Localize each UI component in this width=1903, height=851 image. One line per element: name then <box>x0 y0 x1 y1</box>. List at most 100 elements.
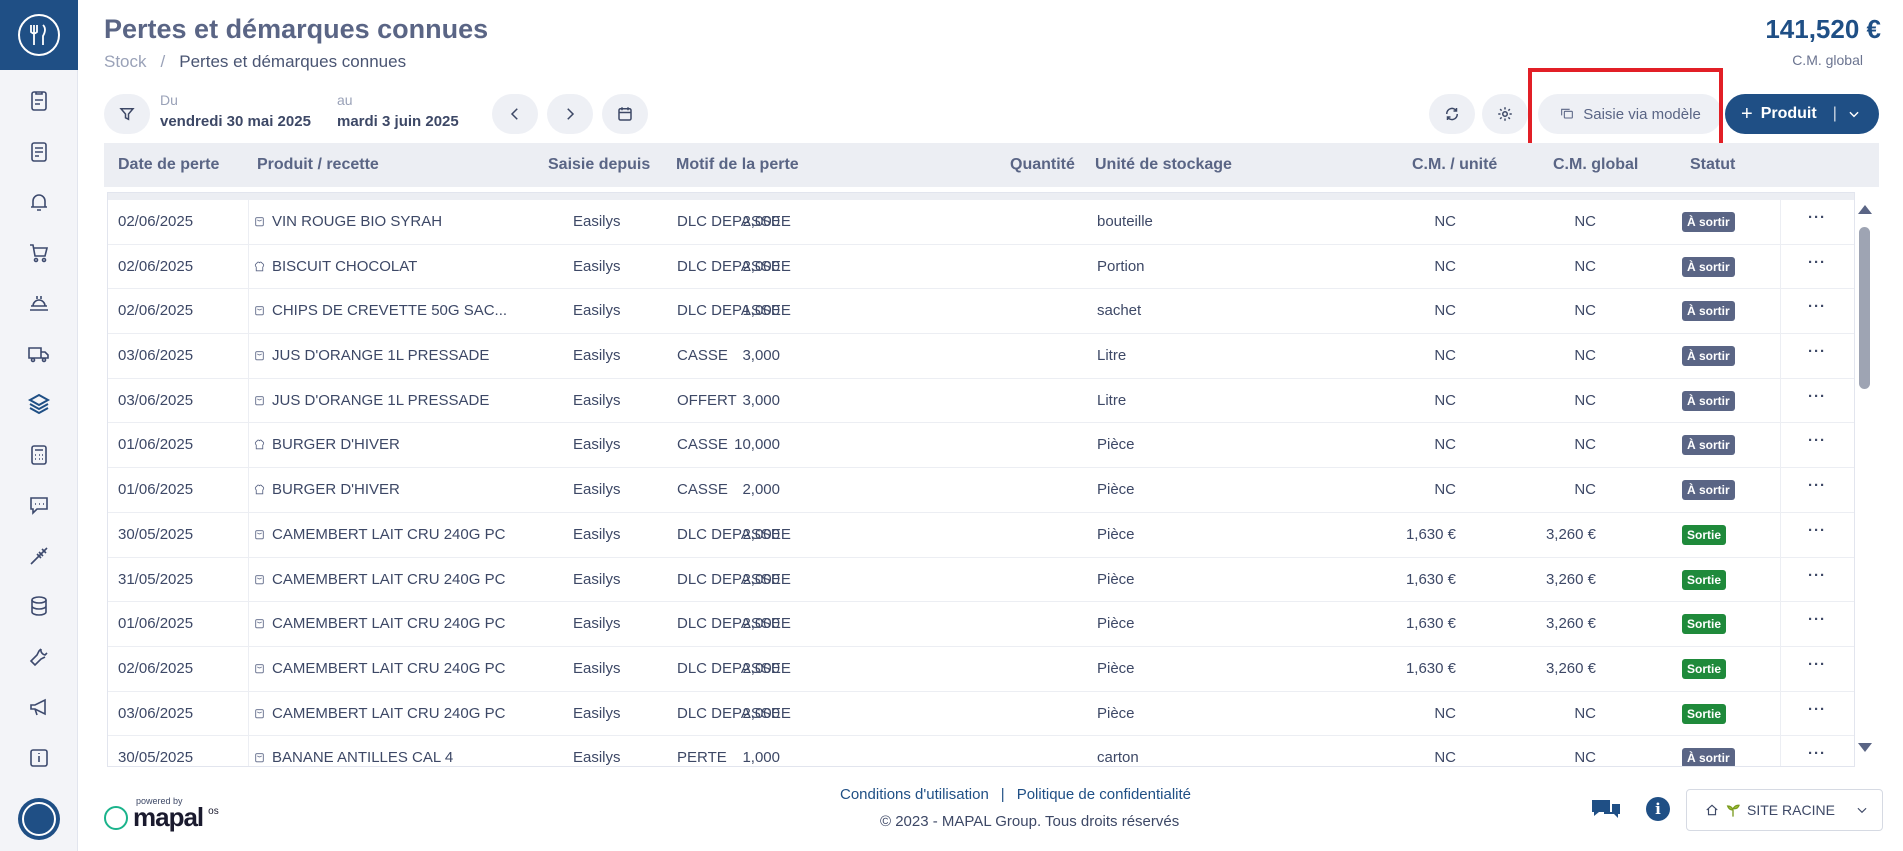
row-quantity: 1,000 <box>742 749 780 767</box>
row-more-button[interactable]: ··· <box>1808 522 1826 539</box>
sidebar-item-calculator[interactable] <box>0 430 78 481</box>
col-quantity[interactable]: Quantité <box>1010 156 1075 174</box>
date-from[interactable]: Du vendredi 30 mai 2025 <box>160 92 311 130</box>
row-quantity: 1,000 <box>742 302 780 320</box>
row-more-button[interactable]: ··· <box>1808 611 1826 628</box>
sidebar-item-messages[interactable] <box>0 480 78 531</box>
scroll-up-icon[interactable] <box>1858 205 1872 214</box>
filter-button[interactable] <box>104 94 150 134</box>
col-date[interactable]: Date de perte <box>118 156 219 174</box>
table-row[interactable]: 03/06/2025 CAMEMBERT LAIT CRU 240G PC Easi… <box>108 692 1854 737</box>
chevron-down-icon[interactable] <box>1847 107 1861 121</box>
chevron-right-icon <box>567 108 575 120</box>
help-info-icon[interactable]: i <box>1646 797 1670 821</box>
col-product[interactable]: Produit / recette <box>257 156 379 174</box>
scroll-thumb[interactable] <box>1859 227 1870 389</box>
row-product[interactable]: VIN ROUGE BIO SYRAH <box>253 213 442 230</box>
product-icon <box>255 396 264 406</box>
col-unit[interactable]: Unité de stockage <box>1095 156 1232 174</box>
table-scrollbar[interactable] <box>1855 205 1875 757</box>
row-more-button[interactable]: ··· <box>1808 701 1826 718</box>
sidebar-item-deliveries[interactable] <box>0 329 78 380</box>
row-product[interactable]: BURGER D'HIVER <box>253 481 400 498</box>
col-status[interactable]: Statut <box>1690 156 1735 174</box>
breadcrumb-stock[interactable]: Stock <box>104 52 147 72</box>
table-row[interactable]: 03/06/2025 JUS D'ORANGE 1L PRESSADE Easily… <box>108 379 1854 424</box>
row-product[interactable]: CAMEMBERT LAIT CRU 240G PC <box>253 526 505 543</box>
table-rows: 02/06/2025 VIN ROUGE BIO SYRAH Easilys DLC … <box>108 200 1854 767</box>
previous-period-button[interactable] <box>492 94 538 134</box>
row-product[interactable]: BISCUIT CHOCOLAT <box>253 258 417 275</box>
row-more-button[interactable]: ··· <box>1808 254 1826 271</box>
row-product[interactable]: BANANE ANTILLES CAL 4 <box>253 749 453 766</box>
sidebar-item-database[interactable] <box>0 581 78 632</box>
sidebar-item-stock[interactable] <box>0 379 78 430</box>
table-row[interactable]: 01/06/2025 BURGER D'HIVER Easilys CASSE 10,0… <box>108 423 1854 469</box>
sidebar-item-tools[interactable] <box>0 531 78 582</box>
row-more-button[interactable]: ··· <box>1808 745 1826 762</box>
row-unit: Pièce <box>1097 659 1135 677</box>
table-row[interactable]: 01/06/2025 BURGER D'HIVER Easilys CASSE 2,00… <box>108 468 1854 513</box>
table-row[interactable]: 03/06/2025 JUS D'ORANGE 1L PRESSADE Easily… <box>108 334 1854 379</box>
refresh-button[interactable] <box>1429 94 1475 134</box>
col-cm-unit[interactable]: C.M. / unité <box>1412 156 1497 174</box>
row-more-button[interactable]: ··· <box>1808 343 1826 360</box>
row-product[interactable]: CHIPS DE CREVETTE 50G SAC... <box>253 302 507 319</box>
table-row[interactable]: 31/05/2025 CAMEMBERT LAIT CRU 240G PC Easi… <box>108 558 1854 603</box>
row-product[interactable]: CAMEMBERT LAIT CRU 240G PC <box>253 571 505 588</box>
sidebar-item-recipes[interactable] <box>0 278 78 329</box>
row-cm-global: 3,260 € <box>1545 525 1596 543</box>
privacy-link[interactable]: Politique de confidentialité <box>1017 786 1191 803</box>
sidebar-item-notifications[interactable] <box>0 177 78 228</box>
sidebar-item-documents[interactable] <box>0 127 78 178</box>
row-product[interactable]: CAMEMBERT LAIT CRU 240G PC <box>253 615 505 632</box>
row-more-button[interactable]: ··· <box>1808 432 1826 449</box>
table-row[interactable]: 02/06/2025 CAMEMBERT LAIT CRU 240G PC Easi… <box>108 647 1854 692</box>
settings-button[interactable] <box>1482 94 1528 134</box>
sidebar-item-orders[interactable] <box>0 228 78 279</box>
row-unit: carton <box>1097 749 1139 767</box>
table-row[interactable]: 30/05/2025 BANANE ANTILLES CAL 4 Easilys PE… <box>108 736 1854 767</box>
row-more-button[interactable]: ··· <box>1808 656 1826 673</box>
table-row[interactable]: 02/06/2025 BISCUIT CHOCOLAT Easilys DLC DEP… <box>108 245 1854 290</box>
row-product[interactable]: BURGER D'HIVER <box>253 436 400 453</box>
row-separator <box>108 193 1854 200</box>
sidebar-item-inventory[interactable] <box>0 76 78 127</box>
calendar-button[interactable] <box>602 94 648 134</box>
col-cm-global[interactable]: C.M. global <box>1553 156 1638 174</box>
table-row[interactable]: 01/06/2025 CAMEMBERT LAIT CRU 240G PC Easi… <box>108 602 1854 647</box>
row-product[interactable]: CAMEMBERT LAIT CRU 240G PC <box>253 660 505 677</box>
table-row[interactable]: 02/06/2025 VIN ROUGE BIO SYRAH Easilys DLC … <box>108 200 1854 245</box>
row-more-button[interactable]: ··· <box>1808 209 1826 226</box>
support-chat-icon[interactable] <box>1590 797 1622 828</box>
table-row[interactable]: 30/05/2025 CAMEMBERT LAIT CRU 240G PC Easi… <box>108 513 1854 558</box>
sidebar-item-settings[interactable] <box>0 632 78 683</box>
row-product[interactable]: JUS D'ORANGE 1L PRESSADE <box>253 347 489 364</box>
site-selector[interactable]: SITE RACINE <box>1686 789 1883 831</box>
row-unit: Pièce <box>1097 704 1135 722</box>
user-avatar[interactable] <box>18 798 60 840</box>
col-motif[interactable]: Motif de la perte <box>676 156 799 174</box>
app-logo[interactable] <box>0 0 78 70</box>
row-product[interactable]: CAMEMBERT LAIT CRU 240G PC <box>253 705 505 722</box>
row-more-button[interactable]: ··· <box>1808 567 1826 584</box>
row-more-button[interactable]: ··· <box>1808 477 1826 494</box>
next-period-button[interactable] <box>547 94 593 134</box>
clipboard-icon <box>31 91 47 112</box>
row-product[interactable]: JUS D'ORANGE 1L PRESSADE <box>253 392 489 409</box>
row-more-button[interactable]: ··· <box>1808 298 1826 315</box>
total-label: C.M. global <box>1792 52 1863 68</box>
row-date: 30/05/2025 <box>118 749 194 767</box>
add-product-button[interactable]: + Produit | <box>1725 94 1879 134</box>
sidebar-item-info[interactable] <box>0 733 78 784</box>
date-to[interactable]: au mardi 3 juin 2025 <box>337 92 459 130</box>
table-body: 02/06/2025 VIN ROUGE BIO SYRAH Easilys DLC … <box>107 192 1855 767</box>
table-row[interactable]: 02/06/2025 CHIPS DE CREVETTE 50G SAC... Ea… <box>108 289 1854 335</box>
row-more-button[interactable]: ··· <box>1808 388 1826 405</box>
row-product-label: BANANE ANTILLES CAL 4 <box>272 749 454 767</box>
row-cm-global: NC <box>1574 257 1596 275</box>
terms-link[interactable]: Conditions d'utilisation <box>840 786 989 803</box>
col-source[interactable]: Saisie depuis <box>548 156 650 174</box>
sidebar-item-announcements[interactable] <box>0 682 78 733</box>
scroll-down-icon[interactable] <box>1858 743 1872 752</box>
